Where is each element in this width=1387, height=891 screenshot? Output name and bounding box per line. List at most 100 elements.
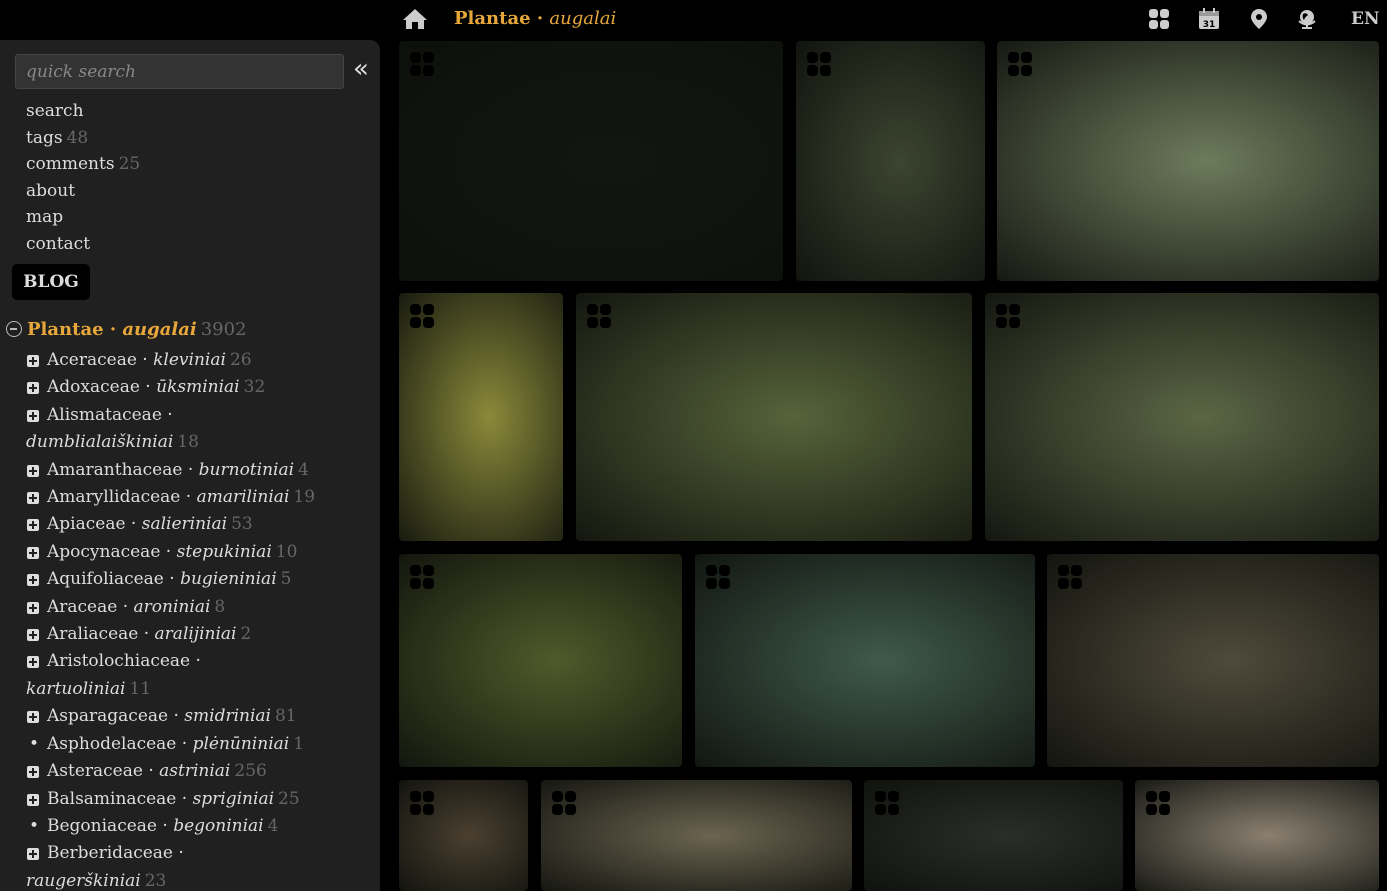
root-taxon-link[interactable]: Plantae · augalai [27, 319, 197, 340]
nav-item-comments[interactable]: comments 25 [26, 151, 140, 178]
stack-icon[interactable] [409, 51, 435, 77]
taxon-link-cont[interactable]: dumblialaiškiniai 18 [26, 429, 315, 456]
stack-icon[interactable] [586, 303, 612, 329]
stack-icon[interactable] [409, 303, 435, 329]
taxon-link[interactable]: Adoxaceae · ūksminiai [47, 377, 240, 397]
photo-hairy-leaf-flower[interactable] [541, 780, 852, 891]
stack-icon[interactable] [874, 790, 900, 816]
expand-plus-icon[interactable] [27, 519, 39, 532]
taxon-count: 2 [240, 624, 252, 645]
expand-plus-icon[interactable] [27, 629, 39, 642]
title-separator: · [530, 8, 550, 29]
expand-plus-icon[interactable] [27, 848, 39, 861]
photo-garden-view[interactable] [1135, 780, 1379, 891]
taxon-link[interactable]: Amaryllidaceae · amariliniai [47, 487, 289, 507]
nav-item-count: 48 [66, 127, 89, 148]
stack-icon[interactable] [551, 790, 577, 816]
taxon-count: 81 [274, 706, 297, 727]
taxon-count: 8 [214, 596, 226, 617]
stack-icon[interactable] [1007, 51, 1033, 77]
taxon-link[interactable]: Asteraceae · astriniai [47, 761, 230, 781]
stack-icon[interactable] [705, 564, 731, 590]
taxon-link[interactable]: Balsaminaceae · spriginiai [47, 789, 274, 809]
taxon-link-cont[interactable]: kartuoliniai 11 [26, 676, 315, 703]
taxon-count: 32 [243, 377, 266, 398]
taxon-item: • Begoniaceae · begoniniai 4 [26, 813, 315, 840]
nav-item-label: about [26, 180, 76, 201]
taxon-item: • Asphodelaceae · plėnūniniai 1 [26, 731, 315, 758]
taxon-link-cont[interactable]: raugerškiniai 23 [26, 868, 315, 891]
expand-plus-icon[interactable] [27, 793, 39, 806]
expand-plus-icon[interactable] [27, 766, 39, 779]
photo-white-flowers[interactable] [864, 780, 1123, 891]
grid-icon[interactable] [1148, 8, 1170, 30]
quick-search-input[interactable] [15, 54, 344, 89]
stack-icon[interactable] [1145, 790, 1171, 816]
taxon-link[interactable]: Aquifoliaceae · bugieniniai [47, 569, 277, 589]
taxon-link[interactable]: Begoniaceae · begoniniai [47, 816, 264, 836]
globe-icon[interactable] [1296, 8, 1318, 30]
page-title[interactable]: Plantae · augalai [454, 8, 616, 29]
expand-plus-icon[interactable] [27, 464, 39, 477]
expand-plus-icon[interactable] [27, 656, 39, 669]
blog-button[interactable]: BLOG [12, 264, 90, 300]
taxon-item: Apiaceae · salieriniai 53 [26, 511, 315, 538]
taxon-link[interactable]: Amaranthaceae · burnotiniai [47, 460, 294, 480]
expand-plus-icon[interactable] [27, 355, 39, 367]
title-local-name: augalai [549, 8, 617, 29]
photo-amaranthus-red-spikes[interactable] [399, 293, 563, 541]
calendar-day: 31 [1203, 20, 1216, 30]
taxon-link[interactable]: Alismataceae · [47, 405, 173, 425]
expand-plus-icon[interactable] [27, 711, 39, 724]
photo-adoxa-plant[interactable] [796, 41, 985, 281]
taxon-item: Adoxaceae · ūksminiai 32 [26, 374, 315, 401]
taxon-link[interactable]: Asphodelaceae · plėnūniniai [47, 734, 289, 754]
nav-item-contact[interactable]: contact [26, 231, 140, 258]
nav-item-map[interactable]: map [26, 204, 140, 231]
taxon-link[interactable]: Aceraceae · kleviniai [47, 350, 226, 370]
expand-plus-icon[interactable] [27, 574, 39, 587]
nav-item-label: comments [26, 154, 115, 175]
expand-plus-icon[interactable] [27, 409, 39, 422]
taxon-link[interactable]: Berberidaceae · [47, 843, 184, 863]
stack-icon[interactable] [995, 303, 1021, 329]
stack-icon[interactable] [409, 790, 435, 816]
calendar-icon[interactable]: 31 [1198, 8, 1220, 30]
expand-plus-icon[interactable] [27, 492, 39, 505]
photo-ivy-tree-trunk[interactable] [399, 780, 528, 891]
nav-item-label: map [26, 207, 64, 228]
taxon-link[interactable]: Apocynaceae · stepukiniai [47, 542, 272, 562]
taxon-count: 11 [129, 678, 152, 699]
photo-dill-yellow-umbels[interactable] [985, 293, 1379, 541]
taxon-item: Amaranthaceae · burnotiniai 4 [26, 457, 315, 484]
expand-plus-icon[interactable] [27, 601, 39, 614]
nav-item-tags[interactable]: tags 48 [26, 125, 140, 152]
photo-vinca-periwinkle-flower[interactable] [399, 554, 682, 767]
taxon-item: Alismataceae · dumblialaiškiniai 18 [26, 402, 315, 457]
map-pin-icon[interactable] [1248, 8, 1270, 30]
taxon-link[interactable]: Araceae · aroniniai [47, 597, 210, 617]
nav-item-search[interactable]: search [26, 98, 140, 125]
stack-icon[interactable] [1057, 564, 1083, 590]
taxon-link[interactable]: Aristolochiaceae · [47, 651, 201, 671]
photo-allium-purple-flowers[interactable] [576, 293, 972, 541]
taxon-link[interactable]: Araliaceae · aralijiniai [47, 624, 236, 644]
taxon-link[interactable]: Asparagaceae · smidriniai [47, 706, 271, 726]
home-icon[interactable] [402, 8, 428, 30]
stack-icon[interactable] [806, 51, 832, 77]
stack-icon[interactable] [409, 564, 435, 590]
expand-plus-icon[interactable] [27, 546, 39, 559]
photo-arum-red-fruit[interactable] [1047, 554, 1379, 767]
taxon-item: Asteraceae · astriniai 256 [26, 758, 315, 785]
nav-item-label: tags [26, 127, 63, 148]
collapse-sidebar-icon[interactable]: « [353, 54, 369, 84]
taxon-item: Balsaminaceae · spriginiai 25 [26, 786, 315, 813]
photo-maple-leaves[interactable] [399, 41, 783, 281]
language-switcher[interactable]: EN [1351, 9, 1380, 29]
collapse-toggle-icon[interactable] [6, 321, 22, 337]
taxon-link[interactable]: Apiaceae · salieriniai [47, 514, 227, 534]
photo-sagittaria-water-plants[interactable] [997, 41, 1379, 281]
expand-plus-icon[interactable] [27, 382, 39, 395]
nav-item-about[interactable]: about [26, 178, 140, 205]
photo-holly-red-berries[interactable] [695, 554, 1035, 767]
